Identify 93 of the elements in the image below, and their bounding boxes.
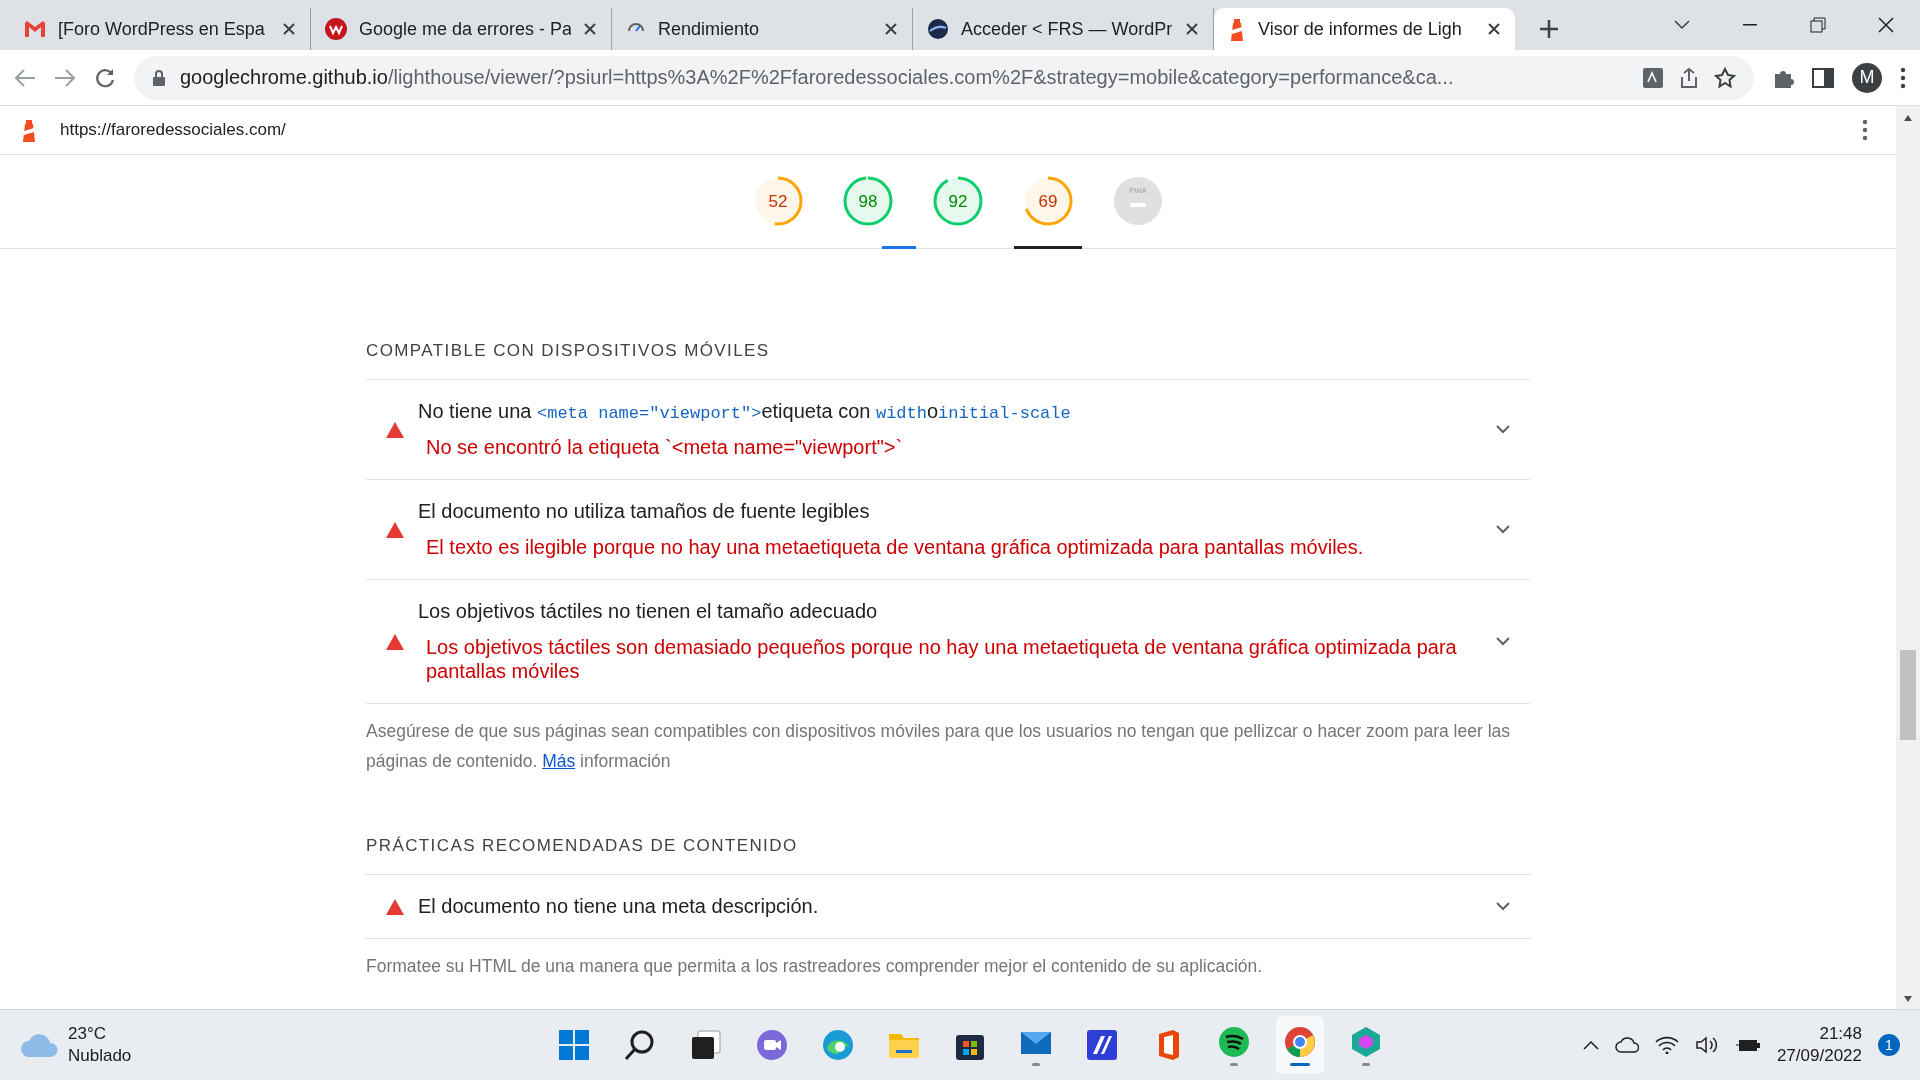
score-gauge: 92 <box>933 175 983 226</box>
warning-triangle-icon <box>386 521 404 538</box>
chevron-down-icon[interactable] <box>1674 20 1690 30</box>
section-description: Formatee su HTML de una manera que permita a los rastreadores comprender mejor el contenido de su aplicación. <box>366 955 1264 978</box>
close-icon[interactable] <box>1185 22 1199 36</box>
browser-tab[interactable]: [Foro WordPress en Espa <box>10 8 311 50</box>
reload-icon[interactable] <box>94 66 116 89</box>
warning-triangle-icon <box>386 421 404 438</box>
notification-badge[interactable]: 1 <box>1878 1034 1900 1056</box>
clock-time[interactable]: 21:48 <box>1819 1023 1862 1045</box>
audit-detail: Los objetivos táctiles son demasiado pequeños porque no hay una metaetiqueta de ventana gráfica optimizada para pantallas móviles <box>425 635 1458 683</box>
chevron-down-icon[interactable] <box>1496 902 1510 911</box>
temperature: 23°C <box>68 1023 107 1045</box>
scroll-thumb[interactable] <box>1900 650 1916 740</box>
envelope-icon <box>24 20 46 38</box>
score-gauge: 98 <box>843 175 893 226</box>
wifi-icon[interactable] <box>1654 1036 1679 1054</box>
browser-tab[interactable]: Acceder < FRS — WordPr <box>913 8 1214 50</box>
start-icon[interactable] <box>557 1028 591 1062</box>
audit-row[interactable]: No tiene una <meta name="viewport">etiqueta con widthoinitial-scale No se encontró la etiqueta `<meta name="viewport">` <box>366 380 1530 480</box>
score-gauge: 69 <box>1023 175 1073 226</box>
speaker-icon[interactable] <box>1694 1036 1719 1054</box>
scroll-up-icon[interactable] <box>1903 114 1913 122</box>
scroll-indicator <box>882 246 916 249</box>
running-indicator <box>1032 1062 1040 1066</box>
caret-up-icon[interactable] <box>1582 1040 1599 1050</box>
star-icon[interactable] <box>1714 66 1736 89</box>
warning-triangle-icon <box>386 633 404 650</box>
audit-detail: No se encontró la etiqueta `<meta name="viewport">` <box>425 435 904 459</box>
circle-logo-icon <box>325 18 347 40</box>
lock-icon <box>152 68 166 87</box>
video-chat-icon[interactable] <box>755 1028 789 1062</box>
app-tile-icon[interactable] <box>1085 1028 1119 1062</box>
back-arrow-icon[interactable] <box>14 67 36 88</box>
more-menu-icon[interactable] <box>1900 66 1906 89</box>
audit-row[interactable]: El documento no tiene una meta descripción. <box>366 875 1530 939</box>
forward-arrow-icon[interactable] <box>54 67 76 88</box>
scroll-down-icon[interactable] <box>1903 995 1913 1003</box>
more-menu-icon[interactable] <box>1862 119 1868 141</box>
browser-tab[interactable]: Rendimiento <box>612 8 913 50</box>
running-indicator <box>1230 1062 1238 1066</box>
cloud-icon[interactable] <box>1614 1037 1639 1053</box>
weather-text: Nublado <box>68 1045 132 1067</box>
close-icon[interactable] <box>583 22 597 36</box>
lighthouse-icon <box>1228 17 1246 41</box>
score-tab[interactable]: 69 <box>1014 155 1082 249</box>
chevron-down-icon[interactable] <box>1496 425 1510 434</box>
audit-title: Los objetivos táctiles no tienen el tamaño adecuado <box>418 600 879 623</box>
music-icon[interactable] <box>1217 1024 1251 1059</box>
audit-title: El documento no utiliza tamaños de fuente legibles <box>418 500 871 523</box>
side-panel-icon[interactable] <box>1812 67 1834 88</box>
score-gauge: 52 <box>753 175 803 226</box>
profile-avatar[interactable]: M <box>1852 62 1882 93</box>
score-tab[interactable]: 98 <box>834 155 902 249</box>
close-icon[interactable] <box>884 22 898 36</box>
cloud-icon <box>20 1032 58 1058</box>
section-heading: PRÁCTICAS RECOMENDADAS DE CONTENIDO <box>366 836 1530 875</box>
chevron-down-icon[interactable] <box>1496 525 1510 534</box>
battery-icon[interactable] <box>1734 1037 1761 1053</box>
audit-row[interactable]: El documento no utiliza tamaños de fuente legibles El texto es ilegible porque no hay una metaetiqueta de ventana gráfica optimizada para pantallas móviles. <box>366 480 1530 580</box>
score-tab[interactable]: 52 <box>744 155 812 249</box>
audit-title: No tiene una <meta name="viewport">etiqueta con widthoinitial-scale <box>418 400 1072 423</box>
share-icon[interactable] <box>1678 66 1700 89</box>
more-link[interactable]: Más <box>542 751 576 771</box>
chevron-down-icon[interactable] <box>1496 637 1510 646</box>
browser-tab[interactable]: Visor de informes de Ligh <box>1214 8 1515 50</box>
clock-date[interactable]: 27/09/2022 <box>1776 1045 1862 1067</box>
new-tab-icon[interactable] <box>1539 19 1559 39</box>
globe-icon <box>927 18 949 40</box>
running-indicator <box>1362 1062 1370 1066</box>
section-description: Asegúrese de que sus páginas sean compatibles con dispositivos móviles para que los usuarios no tengan que pellizcar o hacer zoom para leer las páginas de contenido. Más información <box>366 720 1511 773</box>
address-bar[interactable]: googlechrome.github.io/lighthouse/viewer/?psiurl=https%3A%2F%2Ffaroredessociales.com%2F&strategy=mobile&category=performance&ca... <box>134 55 1754 100</box>
minimize-icon[interactable] <box>1743 24 1757 26</box>
audit-detail: El texto es ilegible porque no hay una metaetiqueta de ventana gráfica optimizada para pantallas móviles. <box>425 535 1365 559</box>
audit-row[interactable]: Los objetivos táctiles no tienen el tamaño adecuado Los objetivos táctiles son demasiado pequeños porque no hay una metaetiqueta de ventana gráfica optimizada para pantallas móviles <box>366 580 1530 704</box>
warning-triangle-icon <box>386 898 404 915</box>
lighthouse-icon <box>20 118 38 142</box>
pwa-gauge: PWA <box>1113 175 1163 226</box>
shield-icon[interactable] <box>1349 1024 1383 1059</box>
browser-icon[interactable] <box>1283 1024 1317 1059</box>
task-view-icon[interactable] <box>689 1028 723 1062</box>
translate-icon[interactable] <box>1642 66 1664 89</box>
section-heading: COMPATIBLE CON DISPOSITIVOS MÓVILES <box>366 341 1530 380</box>
browser-swirl-icon[interactable] <box>821 1028 855 1062</box>
score-tab[interactable]: 92 <box>924 155 992 249</box>
running-indicator <box>1290 1062 1310 1066</box>
scrollbar[interactable] <box>1896 106 1920 1009</box>
audit-title: El documento no tiene una meta descripción. <box>418 895 820 918</box>
restore-icon[interactable] <box>1810 17 1826 33</box>
close-icon[interactable] <box>282 22 296 36</box>
close-icon[interactable] <box>1487 22 1501 36</box>
close-icon[interactable] <box>1878 17 1894 33</box>
report-url: https://faroredessociales.com/ <box>60 120 286 140</box>
